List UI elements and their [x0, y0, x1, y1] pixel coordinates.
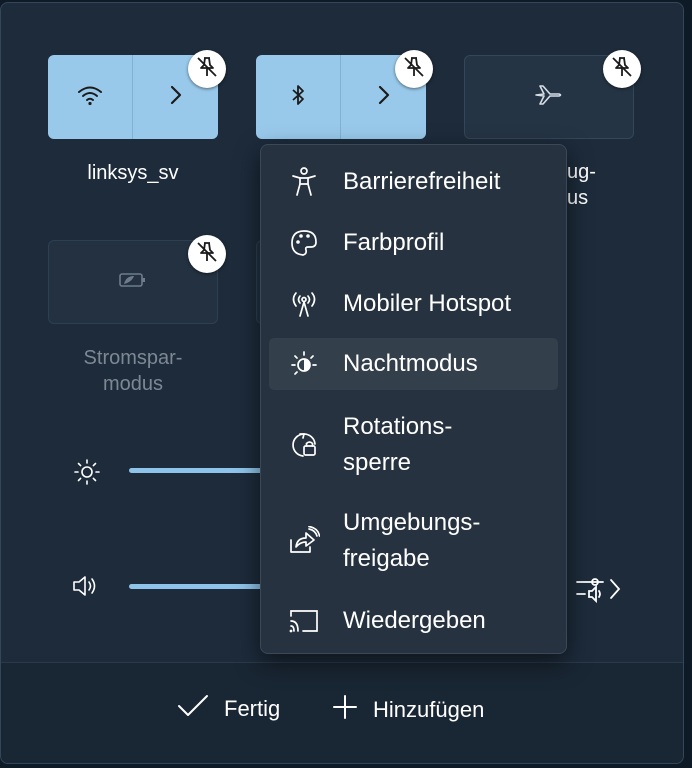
menu-item-night-light[interactable]: Nachtmodus	[269, 338, 558, 390]
audio-mixer-icon[interactable]	[575, 574, 623, 609]
airplane-tile-label-fragment: ug-	[567, 161, 596, 183]
menu-item-mobile-hotspot[interactable]: Mobiler Hotspot	[269, 283, 558, 325]
brightness-slider[interactable]	[129, 468, 269, 473]
menu-item-label: Nachtmodus	[343, 350, 478, 377]
airplane-tile-label-fragment: us	[567, 187, 589, 209]
menu-item-label-line2: sperre	[343, 449, 412, 476]
wifi-icon	[77, 84, 103, 111]
menu-item-color-profile[interactable]: Farbprofil	[269, 222, 558, 264]
cast-icon	[287, 604, 321, 638]
unpin-bluetooth-button[interactable]	[395, 50, 433, 88]
battery-saver-label-line1: Stromspar-	[83, 347, 183, 369]
wifi-tile-label: linksys_sv	[87, 162, 179, 184]
unpin-airplane-button[interactable]	[603, 50, 641, 88]
done-button-label: Fertig	[224, 696, 281, 721]
chevron-right-icon	[377, 85, 391, 110]
bluetooth-toggle[interactable]	[256, 55, 340, 139]
menu-item-label: Wiedergeben	[343, 607, 486, 634]
palette-icon	[287, 226, 321, 260]
bluetooth-icon	[290, 83, 306, 112]
battery-saver-icon	[118, 270, 148, 295]
accessibility-icon	[287, 165, 321, 199]
unpin-icon	[610, 55, 634, 84]
plus-icon	[331, 693, 359, 727]
menu-item-label: Barrierefreiheit	[343, 168, 501, 195]
volume-slider[interactable]	[129, 584, 269, 589]
brightness-icon	[73, 458, 101, 491]
speaker-icon[interactable]	[71, 573, 99, 604]
unpin-battery-saver-button[interactable]	[188, 235, 226, 273]
unpin-icon	[402, 55, 426, 84]
rotation-lock-icon	[287, 428, 321, 462]
night-light-icon	[287, 347, 321, 381]
chevron-right-icon	[169, 85, 183, 110]
checkmark-icon	[176, 693, 210, 725]
battery-saver-label-line2: modus	[102, 373, 164, 395]
menu-item-rotation-lock[interactable]: Rotations- sperre	[269, 407, 558, 483]
unpin-wifi-button[interactable]	[188, 50, 226, 88]
hotspot-icon	[287, 287, 321, 321]
add-button[interactable]: Hinzufügen	[331, 693, 484, 727]
menu-item-label: Mobiler Hotspot	[343, 290, 512, 317]
unpin-icon	[195, 55, 219, 84]
nearby-share-icon	[287, 524, 321, 558]
add-button-label: Hinzufügen	[373, 697, 485, 722]
menu-item-nearby-sharing[interactable]: Umgebungs- freigabe	[269, 503, 558, 579]
menu-item-accessibility[interactable]: Barrierefreiheit	[269, 161, 558, 203]
menu-item-cast[interactable]: Wiedergeben	[269, 600, 558, 642]
airplane-icon	[534, 83, 564, 112]
unpin-icon	[195, 240, 219, 269]
wifi-toggle[interactable]	[48, 55, 132, 139]
footer-bar: Fertig Hinzufügen	[1, 662, 683, 763]
add-tile-menu: Barrierefreiheit Farbprofil Mobiler Hots…	[260, 144, 567, 654]
menu-item-label: Farbprofil	[343, 229, 445, 256]
done-button[interactable]: Fertig	[176, 693, 280, 725]
menu-item-label-line2: freigabe	[343, 545, 430, 572]
menu-item-label-line1: Rotations-	[343, 413, 453, 440]
menu-item-label-line1: Umgebungs-	[343, 509, 481, 536]
